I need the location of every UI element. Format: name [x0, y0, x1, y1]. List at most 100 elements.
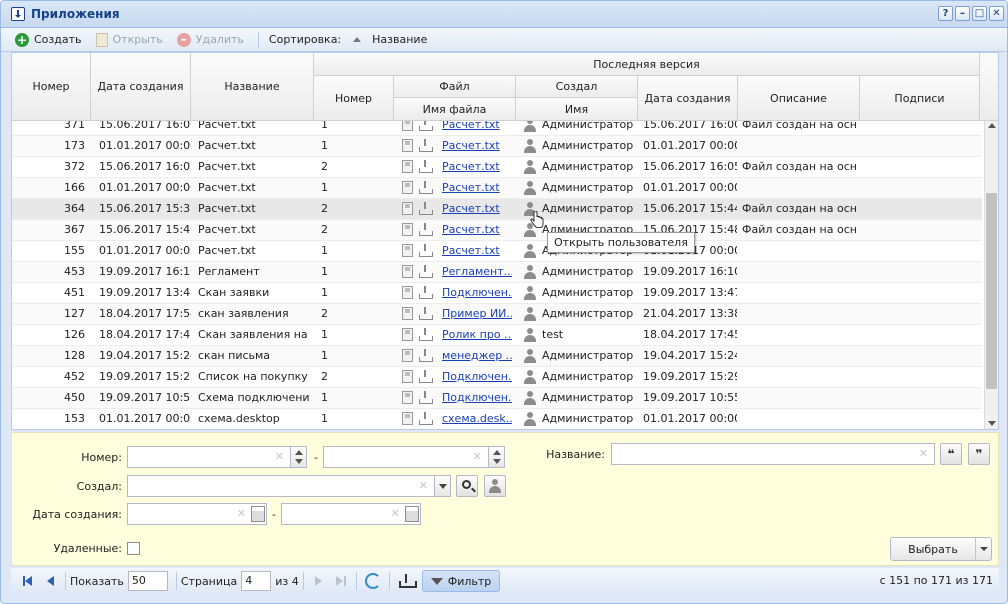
name-filter-input[interactable]: ✕: [611, 443, 935, 465]
table-row[interactable]: 173 01.01.2017 00:00 Расчет.txt 1 Расчет.txt…: [12, 136, 982, 157]
user-icon[interactable]: [523, 307, 537, 321]
table-row[interactable]: 166 01.01.2017 00:00 Расчет.txt 1 Расчет.txt…: [12, 178, 982, 199]
created-to-datefield[interactable]: ✕: [281, 503, 421, 525]
next-page-icon[interactable]: [311, 573, 327, 589]
save-icon[interactable]: [402, 202, 413, 215]
select-dropdown-arrow-icon[interactable]: [975, 538, 991, 560]
number-from-stepper[interactable]: [290, 446, 307, 468]
minimize-button[interactable]: –: [955, 6, 970, 21]
download-icon[interactable]: [419, 370, 433, 383]
table-row[interactable]: 153 01.01.2017 00:00 схема.desktop 1 схема.d…: [12, 409, 982, 429]
cell-file[interactable]: Расчет.txt: [442, 157, 512, 177]
cell-file[interactable]: Расчет.txt: [442, 199, 512, 219]
maximize-button[interactable]: □: [972, 6, 987, 21]
download-icon[interactable]: [419, 391, 433, 404]
calendar-icon[interactable]: [405, 506, 419, 522]
save-icon[interactable]: [402, 412, 413, 425]
author-filter-combobox[interactable]: ✕: [127, 475, 451, 497]
last-page-icon[interactable]: [333, 573, 349, 589]
user-icon[interactable]: [523, 139, 537, 153]
download-icon[interactable]: [419, 286, 433, 299]
save-icon[interactable]: [402, 139, 413, 152]
download-icon[interactable]: [419, 244, 433, 257]
download-icon[interactable]: [419, 160, 433, 173]
filter-toggle-button[interactable]: Фильтр: [421, 570, 501, 592]
export-icon[interactable]: [398, 573, 417, 589]
user-icon[interactable]: [523, 412, 537, 426]
created-from-datefield[interactable]: ✕: [127, 503, 267, 525]
clear-icon[interactable]: ✕: [391, 507, 400, 520]
save-icon[interactable]: [402, 307, 413, 320]
cell-file[interactable]: Расчет.txt: [442, 241, 512, 261]
vertical-scrollbar[interactable]: [984, 121, 998, 429]
table-row[interactable]: 450 19.09.2017 10:55 Схема подключения 1 Под…: [12, 388, 982, 409]
cell-file[interactable]: Расчет.txt: [442, 178, 512, 198]
cell-file[interactable]: Регламент...: [442, 262, 512, 282]
download-icon[interactable]: [419, 223, 433, 236]
save-icon[interactable]: [402, 391, 413, 404]
clear-icon[interactable]: ✕: [237, 507, 246, 520]
column-description[interactable]: Описание: [738, 76, 860, 121]
cell-file[interactable]: Расчет.txt: [442, 121, 512, 135]
user-icon[interactable]: [523, 370, 537, 384]
column-author-name[interactable]: Имя: [516, 98, 638, 121]
column-signatures[interactable]: Подписи: [860, 76, 980, 121]
user-icon[interactable]: [523, 349, 537, 363]
page-size-input[interactable]: 50: [127, 571, 168, 591]
download-icon[interactable]: [419, 121, 433, 131]
save-icon[interactable]: [402, 328, 413, 341]
download-icon[interactable]: [419, 202, 433, 215]
table-row[interactable]: 364 15.06.2017 15:37 Расчет.txt 2 Расчет.txt…: [12, 199, 982, 220]
author-dropdown-trigger[interactable]: [434, 475, 451, 497]
cell-file[interactable]: Подключен...: [442, 283, 512, 303]
user-icon[interactable]: [523, 160, 537, 174]
help-button[interactable]: ?: [938, 6, 953, 21]
table-row[interactable]: 371 15.06.2017 16:00 Расчет.txt 1 Расчет.txt…: [12, 121, 982, 136]
save-icon[interactable]: [402, 349, 413, 362]
table-row[interactable]: 372 15.06.2017 16:05 Расчет.txt 2 Расчет.txt…: [12, 157, 982, 178]
cell-file[interactable]: Расчет.txt: [442, 136, 512, 156]
open-button[interactable]: Открыть: [95, 32, 163, 47]
cell-file[interactable]: Расчет.txt: [442, 220, 512, 240]
exact-match-open-quote-button[interactable]: ❝: [940, 443, 962, 465]
previous-page-icon[interactable]: [42, 573, 58, 589]
table-row[interactable]: 367 15.06.2017 15:47 Расчет.txt 2 Расчет.txt…: [12, 220, 982, 241]
table-row[interactable]: 155 01.01.2017 00:00 Расчет.txt 1 Расчет.txt…: [12, 241, 982, 262]
number-from-input[interactable]: ✕: [127, 446, 307, 468]
save-icon[interactable]: [402, 286, 413, 299]
table-row[interactable]: 453 19.09.2017 16:10 Регламент 1 Регламент..…: [12, 262, 982, 283]
save-icon[interactable]: [402, 265, 413, 278]
refresh-icon[interactable]: [364, 573, 381, 589]
user-icon[interactable]: [523, 391, 537, 405]
delete-button[interactable]: – Удалить: [176, 32, 244, 47]
page-number-input[interactable]: 4: [241, 571, 272, 591]
deleted-checkbox[interactable]: [127, 542, 140, 555]
sort-field-button[interactable]: Название: [341, 33, 427, 46]
calendar-icon[interactable]: [251, 506, 265, 522]
table-row[interactable]: 451 19.09.2017 13:47 Скан заявки 1 Подключен…: [12, 283, 982, 304]
column-number[interactable]: Номер: [12, 53, 91, 121]
clear-icon[interactable]: ✕: [419, 479, 428, 492]
cell-file[interactable]: схема.desk...: [442, 409, 512, 429]
table-row[interactable]: 126 18.04.2017 17:45 Скан заявления на ...…: [12, 325, 982, 346]
cell-file[interactable]: менеджер ...: [442, 346, 512, 366]
download-icon[interactable]: [419, 265, 433, 278]
select-split-button[interactable]: Выбрать: [890, 537, 992, 561]
clear-icon[interactable]: ✕: [473, 450, 482, 463]
current-user-button[interactable]: [484, 475, 506, 497]
download-icon[interactable]: [419, 328, 433, 341]
cell-file[interactable]: Подключен...: [442, 388, 512, 408]
number-to-stepper[interactable]: [488, 446, 505, 468]
save-icon[interactable]: [402, 223, 413, 236]
user-icon[interactable]: [523, 265, 537, 279]
column-version-created[interactable]: Дата создания: [638, 76, 738, 121]
column-name[interactable]: Название: [191, 53, 314, 121]
download-icon[interactable]: [419, 181, 433, 194]
exact-match-close-quote-button[interactable]: ❞: [968, 443, 990, 465]
user-icon[interactable]: [523, 181, 537, 195]
search-user-button[interactable]: [456, 475, 478, 497]
first-page-icon[interactable]: [20, 573, 36, 589]
cell-file[interactable]: Подключен...: [442, 367, 512, 387]
save-icon[interactable]: [402, 121, 413, 131]
download-icon[interactable]: [419, 307, 433, 320]
